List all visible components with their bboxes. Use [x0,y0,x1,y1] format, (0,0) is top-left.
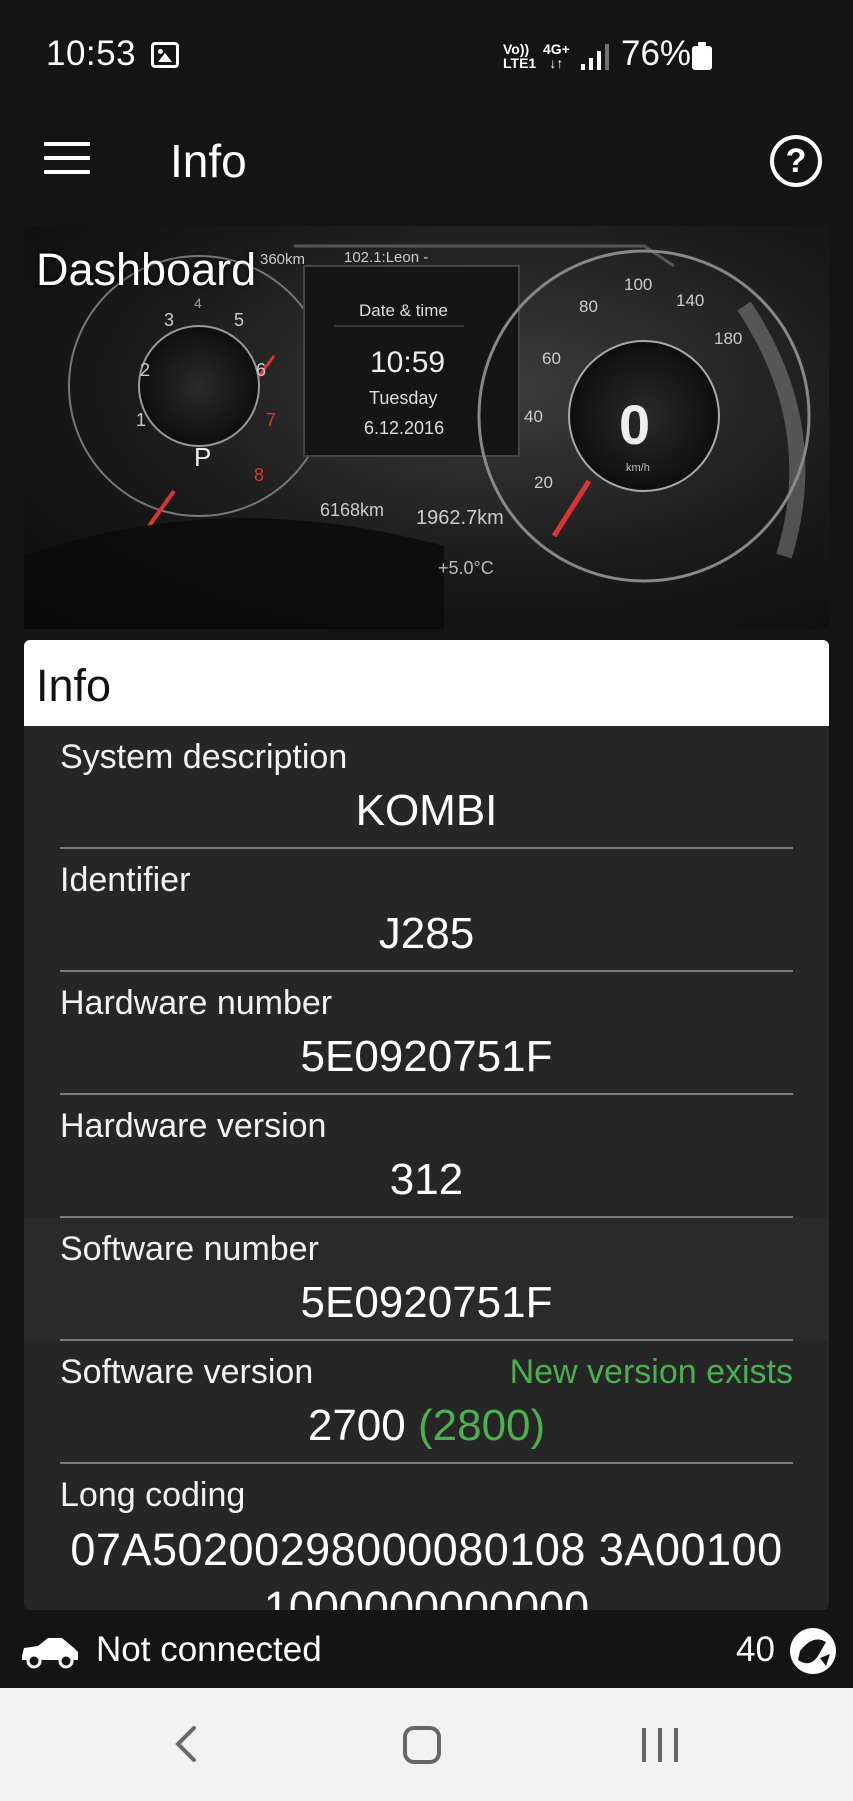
volte-line2: LTE1 [503,55,537,71]
tacho-tick: 3 [164,310,174,330]
row-label: Long coding [60,1476,246,1514]
network-type-line1: 4G+ [543,41,570,57]
connection-status-text: Not connected [96,1630,322,1669]
speedo-tick: 140 [676,291,704,310]
row-label: Identifier [60,861,191,899]
credits-count: 40 [736,1630,775,1669]
status-bar: 10:53 Vo)) LTE1 4G+ ↓↑ 76% [0,0,853,110]
tacho-tick: 1 [136,410,146,430]
info-row-software-number: Software number 5E0920751F [24,1218,829,1341]
car-icon [22,1638,78,1669]
help-icon[interactable]: ? [770,135,822,187]
back-icon[interactable] [168,1724,208,1764]
long-coding-value: 07A50200298000080108 3A00100 [70,1524,783,1575]
cluster-date: 6.12.2016 [364,418,444,438]
recent-apps-icon[interactable] [640,1728,680,1762]
row-value: 5E0920751F [300,1278,553,1327]
cluster-speed-unit: km/h [626,462,650,474]
info-list[interactable]: System description KOMBI Identifier J285… [24,726,829,1610]
info-row-software-version: Software version New version exists 2700… [24,1341,829,1464]
volte-line1: Vo)) [503,41,530,57]
row-value: J285 [378,909,475,958]
row-value: 5E0920751F [300,1032,553,1081]
hero-title: Dashboard [36,244,257,295]
signal-strength-icon [581,44,611,70]
tacho-tick: 2 [140,360,150,380]
tacho-tick: 8 [254,465,264,485]
status-time: 10:53 [46,34,137,73]
system-navigation-bar [0,1688,853,1801]
speedo-tick: 180 [714,329,742,348]
tacho-tick: 7 [266,410,276,430]
cluster-odometer: 1962.7km [416,507,504,529]
volte-indicator: Vo)) LTE1 [503,42,536,70]
globe-icon[interactable] [790,1628,836,1674]
info-row-identifier: Identifier J285 [24,849,829,972]
new-version-notice: New version exists [509,1353,793,1391]
battery-icon [692,42,712,70]
info-section-title: Info [36,660,112,711]
dashboard-hero-image: 360km 102.1:Leon - Date & time 10:59 Tue… [24,226,829,629]
app-bar: Info ? [0,110,853,220]
row-label: Software number [60,1230,319,1268]
current-software-version: 2700 [307,1401,406,1450]
image-notification-icon [151,42,179,68]
cluster-trip: 6168km [320,500,384,520]
battery-percentage: 76% [621,34,692,73]
tacho-tick: 6 [256,360,266,380]
cluster-range: 360km [260,251,305,268]
speedo-tick: 20 [534,473,553,492]
info-row-system-description: System description KOMBI [24,726,829,849]
cluster-temperature: +5.0°C [438,558,494,578]
speedo-tick: 80 [579,297,598,316]
network-type-indicator: 4G+ ↓↑ [543,42,570,70]
row-value: KOMBI [355,786,498,835]
menu-icon[interactable] [44,142,90,176]
row-label: System description [60,738,348,776]
row-label: Hardware version [60,1107,327,1145]
cluster-day: Tuesday [369,388,437,408]
info-section-header: Info [24,640,829,726]
home-icon[interactable] [403,1726,441,1764]
info-row-hardware-number: Hardware number 5E0920751F [24,972,829,1095]
cluster-gear: P [194,442,211,472]
new-software-version: (2800) [417,1401,546,1450]
row-value: 2700 (2800) [60,1401,793,1451]
tacho-tick: 5 [234,310,244,330]
speedo-tick: 100 [624,275,652,294]
connection-status-bar: Not connected 40 [0,1612,853,1688]
tacho-tick: 4 [194,295,202,311]
long-coding-value-line2: 1000000000000 [263,1582,590,1610]
cluster-radio: 102.1:Leon - [344,249,428,266]
cluster-date-time-label: Date & time [359,301,448,320]
cluster-speed: 0 [619,393,650,456]
info-row-long-coding: Long coding 07A50200298000080108 3A00100… [24,1464,829,1610]
row-value: 312 [389,1155,464,1204]
cluster-clock: 10:59 [370,346,445,379]
row-label: Hardware number [60,984,333,1022]
row-label: Software version [60,1353,314,1391]
info-row-hardware-version: Hardware version 312 [24,1095,829,1218]
speedo-tick: 40 [524,407,543,426]
speedo-tick: 60 [542,349,561,368]
page-title: Info [170,135,247,187]
network-type-line2: ↓↑ [549,55,564,71]
